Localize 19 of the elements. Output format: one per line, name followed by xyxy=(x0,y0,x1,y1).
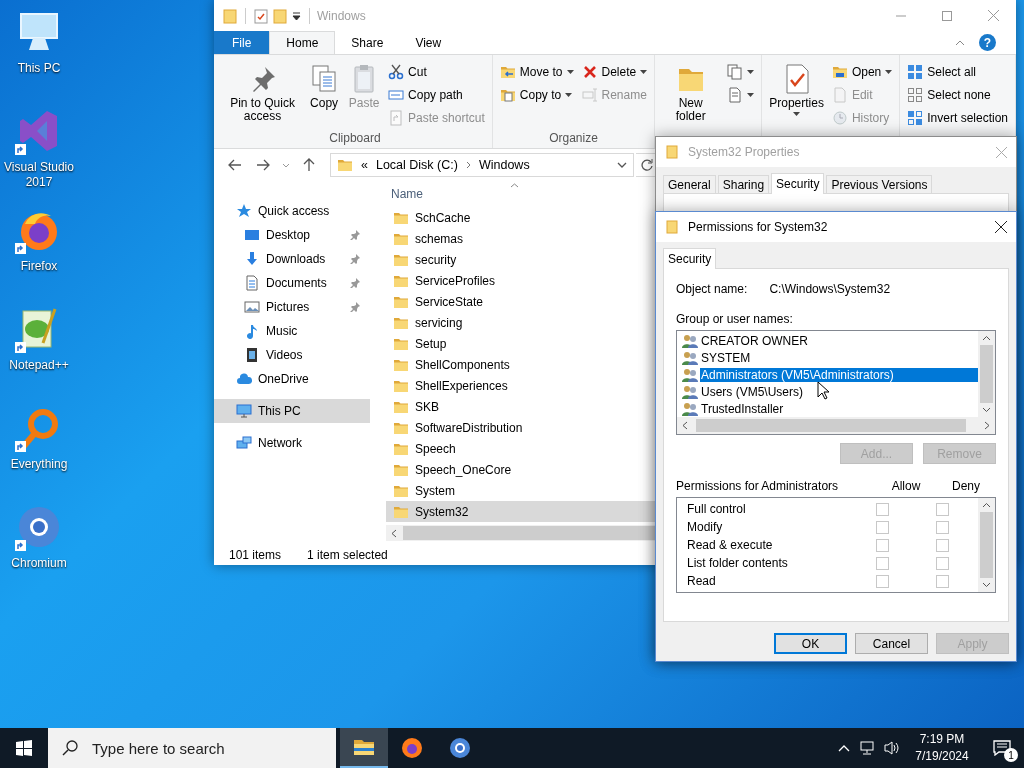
permission-name: List folder contents xyxy=(687,556,789,570)
ribbon-group-label: Clipboard xyxy=(328,130,382,147)
column-header: Deny xyxy=(951,479,981,493)
column-header: Allow xyxy=(890,479,922,493)
field-label: Permissions for Administrators xyxy=(676,479,840,493)
status-text: 1 item selected xyxy=(307,548,388,562)
dialog-title: System32 Properties xyxy=(688,145,800,159)
field-label: Object name: xyxy=(676,282,748,296)
permission-name: Modify xyxy=(687,520,724,534)
window-title: Windows xyxy=(317,8,366,23)
permission-name: Full control xyxy=(687,502,747,516)
permission-name: Read & execute xyxy=(687,538,774,552)
dialog-title: Permissions for System32 xyxy=(688,220,828,234)
object-path: C:\Windows\System32 xyxy=(769,282,891,296)
ribbon-group-label: Organize xyxy=(548,130,599,147)
field-label: Group or user names: xyxy=(676,312,794,326)
notification-badge: 1 xyxy=(1004,748,1018,762)
permission-name: Read xyxy=(687,574,717,588)
status-text: 101 items xyxy=(229,548,282,562)
